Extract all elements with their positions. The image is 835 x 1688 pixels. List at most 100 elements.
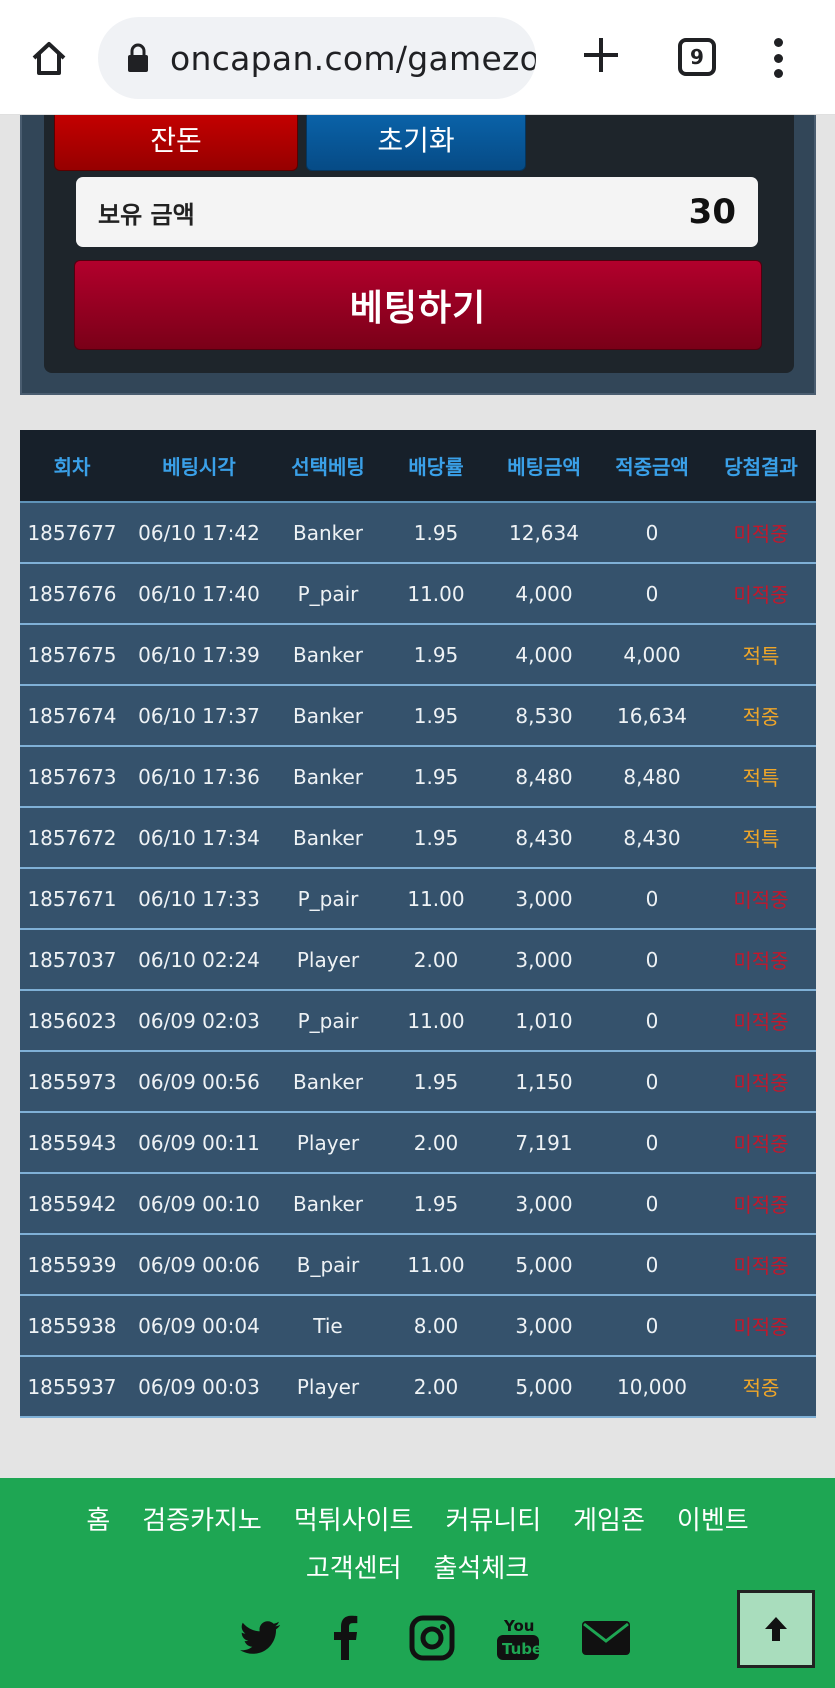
footer-link[interactable]: 게임존 [573, 1500, 645, 1537]
instagram-icon[interactable] [408, 1614, 456, 1662]
cell-round: 1857676 [20, 563, 124, 625]
more-menu-icon[interactable] [766, 38, 790, 78]
cell-bet: 3,000 [490, 1295, 598, 1357]
cell-result: 미적중 [706, 1051, 816, 1113]
cell-odds: 11.00 [382, 868, 490, 930]
place-bet-button[interactable]: 베팅하기 [74, 260, 762, 350]
cell-pick: Banker [274, 1173, 382, 1235]
footer-link[interactable]: 고객센터 [306, 1548, 402, 1585]
cell-pick: Banker [274, 746, 382, 808]
cell-result: 미적중 [706, 1112, 816, 1174]
arrow-up-icon [765, 1617, 787, 1641]
footer-link[interactable]: 홈 [86, 1500, 110, 1537]
cell-bet: 8,480 [490, 746, 598, 808]
cell-result: 적특 [706, 624, 816, 686]
cell-pick: Banker [274, 502, 382, 564]
cell-odds: 1.95 [382, 502, 490, 564]
cell-odds: 1.95 [382, 746, 490, 808]
cell-odds: 1.95 [382, 807, 490, 869]
cell-pick: Player [274, 929, 382, 991]
cell-bet: 12,634 [490, 502, 598, 564]
table-row: 1857037 06/10 02:24 Player 2.00 3,000 0 미적중 [20, 929, 816, 991]
cell-result: 적특 [706, 746, 816, 808]
cell-round: 1855943 [20, 1112, 124, 1174]
cell-round: 1855937 [20, 1356, 124, 1418]
footer-link[interactable]: 출석체크 [434, 1548, 530, 1585]
cell-pick: Tie [274, 1295, 382, 1357]
cell-win: 10,000 [598, 1356, 706, 1418]
cell-round: 1855942 [20, 1173, 124, 1235]
cell-time: 06/10 17:42 [124, 502, 274, 564]
cell-bet: 3,000 [490, 929, 598, 991]
cell-win: 0 [598, 868, 706, 930]
tab-switcher-button[interactable]: 9 [678, 38, 716, 76]
cell-odds: 2.00 [382, 929, 490, 991]
cell-result: 적중 [706, 685, 816, 747]
col-header-pick: 선택베팅 [274, 430, 382, 503]
browser-toolbar: oncapan.com/gamezo 9 [0, 0, 835, 115]
home-icon[interactable] [22, 32, 76, 86]
cell-win: 4,000 [598, 624, 706, 686]
lock-icon [128, 43, 148, 72]
cell-round: 1855973 [20, 1051, 124, 1113]
cell-odds: 1.95 [382, 685, 490, 747]
svg-text:You: You [503, 1617, 534, 1635]
footer-nav-row-2: 고객센터 출석체크 [0, 1548, 835, 1585]
cell-odds: 8.00 [382, 1295, 490, 1357]
scroll-to-top-button[interactable] [737, 1590, 815, 1668]
cell-pick: Banker [274, 624, 382, 686]
change-button[interactable]: 잔돈 [54, 115, 298, 171]
cell-win: 0 [598, 929, 706, 991]
cell-bet: 1,010 [490, 990, 598, 1052]
cell-bet: 7,191 [490, 1112, 598, 1174]
cell-pick: Banker [274, 807, 382, 869]
reset-button[interactable]: 초기화 [306, 115, 526, 171]
footer-link[interactable]: 먹튀사이트 [294, 1500, 414, 1537]
cell-win: 0 [598, 990, 706, 1052]
table-row: 1855939 06/09 00:06 B_pair 11.00 5,000 0 미적중 [20, 1234, 816, 1296]
facebook-icon[interactable] [322, 1614, 370, 1662]
cell-pick: Player [274, 1356, 382, 1418]
table-row: 1856023 06/09 02:03 P_pair 11.00 1,010 0 미적중 [20, 990, 816, 1052]
cell-bet: 8,530 [490, 685, 598, 747]
cell-result: 미적중 [706, 929, 816, 991]
footer-link[interactable]: 이벤트 [677, 1500, 749, 1537]
cell-win: 0 [598, 1234, 706, 1296]
cell-win: 16,634 [598, 685, 706, 747]
footer-link[interactable]: 커뮤니티 [445, 1500, 541, 1537]
footer-nav-row-1: 홈 검증카지노 먹튀사이트 커뮤니티 게임존 이벤트 [0, 1500, 835, 1537]
cell-round: 1855938 [20, 1295, 124, 1357]
cell-pick: P_pair [274, 563, 382, 625]
cell-pick: B_pair [274, 1234, 382, 1296]
cell-odds: 2.00 [382, 1356, 490, 1418]
table-row: 1855937 06/09 00:03 Player 2.00 5,000 10,000 적… [20, 1356, 816, 1418]
balance-value: 30 [688, 192, 736, 232]
cell-pick: P_pair [274, 990, 382, 1052]
youtube-icon[interactable]: You Tube [494, 1614, 542, 1662]
footer-link[interactable]: 검증카지노 [142, 1500, 262, 1537]
cell-bet: 4,000 [490, 563, 598, 625]
cell-bet: 4,000 [490, 624, 598, 686]
twitter-icon[interactable] [236, 1614, 284, 1662]
cell-bet: 5,000 [490, 1356, 598, 1418]
cell-result: 미적중 [706, 868, 816, 930]
cell-win: 0 [598, 1112, 706, 1174]
cell-win: 0 [598, 1173, 706, 1235]
new-tab-icon[interactable] [578, 32, 624, 78]
cell-time: 06/09 00:04 [124, 1295, 274, 1357]
cell-pick: Banker [274, 685, 382, 747]
cell-round: 1857674 [20, 685, 124, 747]
table-row: 1855943 06/09 00:11 Player 2.00 7,191 0 미적중 [20, 1112, 816, 1174]
table-row: 1857673 06/10 17:36 Banker 1.95 8,480 8,480 적특 [20, 746, 816, 808]
cell-result: 미적중 [706, 502, 816, 564]
tab-count: 9 [690, 45, 704, 69]
cell-result: 미적중 [706, 1295, 816, 1357]
address-bar[interactable]: oncapan.com/gamezo [98, 17, 536, 99]
col-header-bet: 베팅금액 [490, 430, 598, 503]
table-row: 1857677 06/10 17:42 Banker 1.95 12,634 0 미적중 [20, 502, 816, 564]
cell-round: 1857672 [20, 807, 124, 869]
cell-time: 06/09 00:06 [124, 1234, 274, 1296]
mail-icon[interactable] [580, 1614, 630, 1662]
cell-time: 06/09 00:11 [124, 1112, 274, 1174]
cell-bet: 1,150 [490, 1051, 598, 1113]
